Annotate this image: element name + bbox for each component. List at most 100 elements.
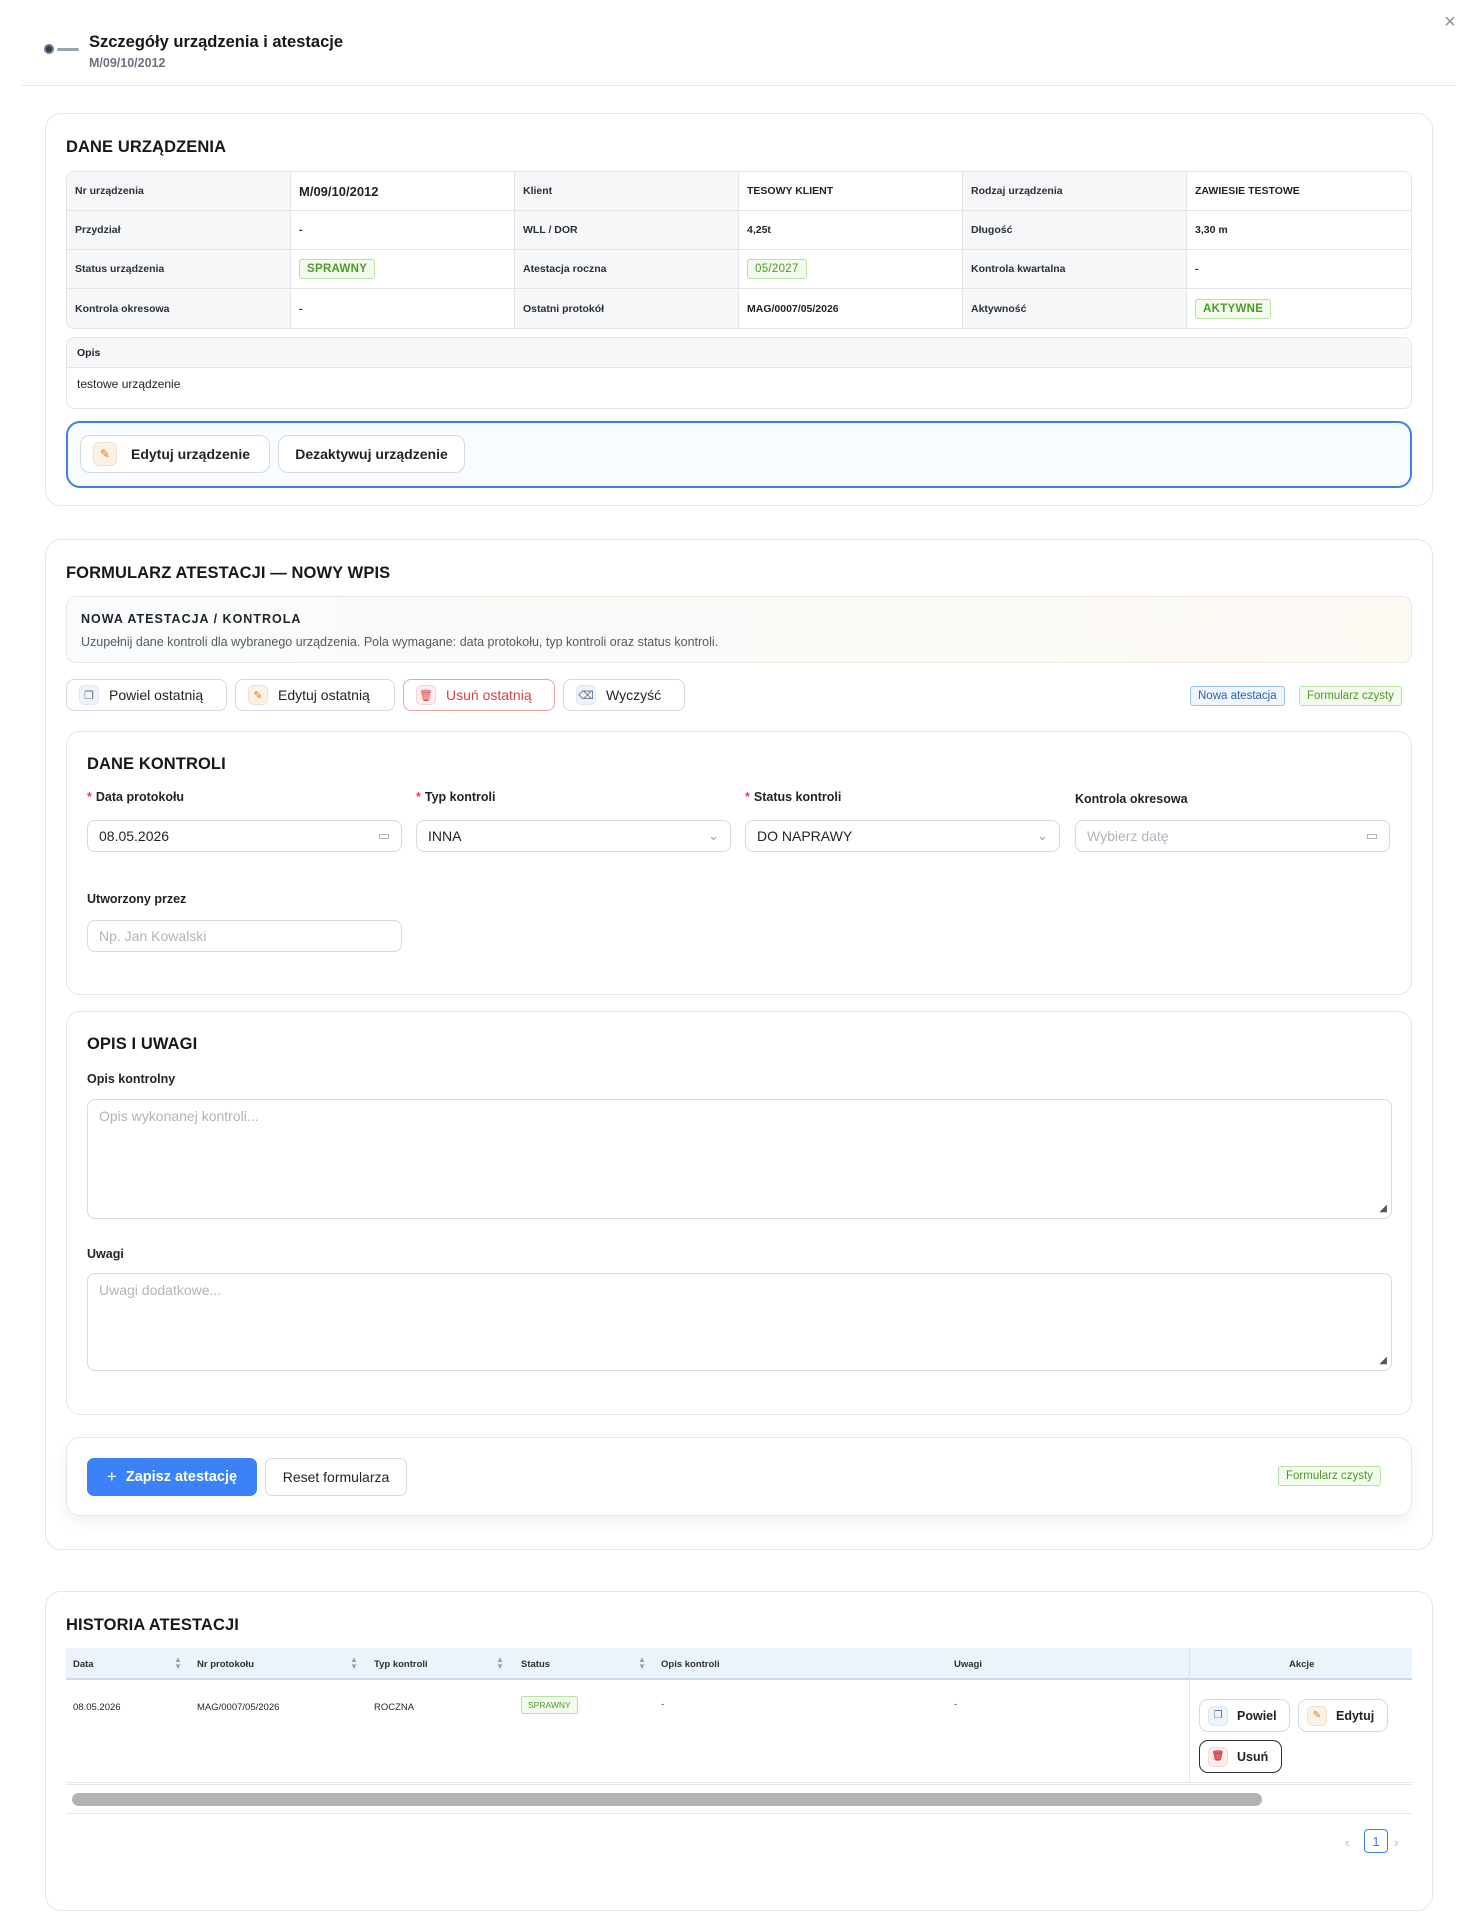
- row-copy-button[interactable]: ❐ Powiel: [1199, 1699, 1290, 1732]
- form-clean-badge: Formularz czysty: [1299, 686, 1402, 706]
- row-edit-button[interactable]: ✎ Edytuj: [1298, 1699, 1388, 1732]
- history-table-header: Data ▲ ▼ Nr protokołu ▲ ▼ Typ kontroli ▲ ▼ …: [66, 1648, 1412, 1680]
- device-data-card: DANE URZĄDZENIA Nr urządzenia M/09/10/20…: [45, 113, 1433, 506]
- control-status-value: DO NAPRAWY: [757, 828, 853, 844]
- col-status[interactable]: Status: [521, 1659, 550, 1670]
- control-status-select[interactable]: DO NAPRAWY ⌄: [745, 820, 1060, 852]
- sort-icon[interactable]: ▲ ▼: [174, 1656, 182, 1671]
- last-protocol-value: MAG/0007/05/2026: [739, 289, 963, 328]
- plus-icon: +: [106, 1467, 117, 1486]
- form-state-badge: Formularz czysty: [1278, 1466, 1381, 1486]
- client-value: TESOWY KLIENT: [739, 172, 963, 211]
- activity-label: Aktywność: [963, 289, 1187, 328]
- activity-badge: AKTYWNE: [1195, 298, 1272, 319]
- copy-icon: ❐: [1208, 1705, 1228, 1726]
- copy-icon: ❐: [79, 685, 99, 705]
- last-protocol-label: Ostatni protokół: [515, 289, 739, 328]
- history-table: Data ▲ ▼ Nr protokołu ▲ ▼ Typ kontroli ▲ ▼ …: [66, 1648, 1412, 1783]
- remarks-label: Uwagi: [87, 1247, 124, 1261]
- copy-last-button[interactable]: ❐ Powiel ostatnią: [66, 679, 227, 711]
- created-by-placeholder: Np. Jan Kowalski: [99, 928, 207, 944]
- form-section-title: FORMULARZ ATESTACJI — NOWY WPIS: [66, 564, 391, 582]
- reset-form-label: Reset formularza: [282, 1469, 390, 1485]
- resize-handle-icon[interactable]: ◢: [1379, 1355, 1387, 1366]
- col-date[interactable]: Data: [73, 1659, 94, 1670]
- pencil-icon: ✎: [248, 685, 268, 705]
- save-attestation-button[interactable]: + Zapisz atestację: [87, 1458, 257, 1496]
- new-attestation-badge: Nowa atestacja: [1190, 686, 1285, 706]
- row-remarks: -: [954, 1699, 958, 1710]
- device-status-badge: SPRAWNY: [299, 259, 376, 279]
- delete-last-button[interactable]: 🗑 Usuń ostatnią: [403, 679, 555, 711]
- notes-card: OPIS I UWAGI Opis kontrolny Opis wykonan…: [66, 1011, 1412, 1415]
- control-type-select[interactable]: INNA ⌄: [416, 820, 731, 852]
- sort-icon[interactable]: ▲ ▼: [350, 1656, 358, 1671]
- col-remarks: Uwagi: [954, 1659, 982, 1670]
- table-row: 08.05.2026 MAG/0007/05/2026 ROCZNA SPRAW…: [66, 1680, 1412, 1783]
- device-actions-bar: ✎ Edytuj urządzenie Dezaktywuj urządzeni…: [66, 421, 1412, 488]
- edit-device-button[interactable]: ✎ Edytuj urządzenie: [80, 435, 270, 473]
- trash-icon: 🗑: [1208, 1746, 1228, 1767]
- client-label: Klient: [515, 172, 739, 211]
- pagination-page-current[interactable]: 1: [1364, 1829, 1388, 1853]
- horizontal-scrollbar[interactable]: [66, 1784, 1412, 1814]
- sort-icon[interactable]: ▲ ▼: [638, 1656, 646, 1671]
- wll-label: WLL / DOR: [515, 211, 739, 250]
- wll-value: 4,25t: [739, 211, 963, 250]
- control-status-label: * Status kontroli: [745, 790, 842, 804]
- scrollbar-thumb[interactable]: [72, 1793, 1262, 1806]
- quarterly-check-value: -: [1187, 250, 1411, 289]
- broom-icon: ⌫: [576, 685, 596, 705]
- device-type-value: ZAWIESIE TESTOWE: [1187, 172, 1411, 211]
- deactivate-device-label: Dezaktywuj urządzenie: [295, 446, 448, 462]
- company-logo: [44, 40, 80, 58]
- control-description-textarea[interactable]: Opis wykonanej kontroli... ◢: [87, 1099, 1392, 1219]
- col-protocol[interactable]: Nr protokołu: [197, 1659, 254, 1670]
- edit-last-button[interactable]: ✎ Edytuj ostatnią: [235, 679, 395, 711]
- row-edit-label: Edytuj: [1336, 1708, 1375, 1723]
- control-description-placeholder: Opis wykonanej kontroli...: [99, 1108, 259, 1124]
- periodic-check-value: -: [291, 289, 515, 328]
- device-description-value: testowe urządzenie: [77, 377, 181, 391]
- protocol-date-input[interactable]: 08.05.2026 ▭: [87, 820, 402, 852]
- created-by-input[interactable]: Np. Jan Kowalski: [87, 920, 402, 952]
- remarks-textarea[interactable]: Uwagi dodatkowe... ◢: [87, 1273, 1392, 1371]
- chevron-down-icon: ⌄: [1037, 828, 1048, 843]
- deactivate-device-button[interactable]: Dezaktywuj urządzenie: [278, 435, 465, 473]
- length-label: Długość: [963, 211, 1187, 250]
- clear-form-label: Wyczyść: [606, 687, 662, 703]
- pagination-prev-icon[interactable]: ‹: [1345, 1835, 1349, 1850]
- row-status-badge: SPRAWNY: [521, 1696, 578, 1714]
- modal-header: Szczegóły urządzenia i atestacje M/09/10…: [22, 0, 1456, 86]
- col-description: Opis kontroli: [661, 1659, 720, 1670]
- protocol-date-label: * Data protokołu: [87, 790, 185, 804]
- periodic-control-input[interactable]: Wybierz datę ▭: [1075, 820, 1390, 852]
- device-details-table: Nr urządzenia M/09/10/2012 Klient TESOWY…: [66, 171, 1412, 329]
- periodic-control-placeholder: Wybierz datę: [1087, 828, 1169, 844]
- pagination-next-icon[interactable]: ›: [1394, 1835, 1398, 1850]
- annual-attestation-cell: 05/2027: [739, 250, 963, 289]
- chevron-down-icon: ⌄: [708, 828, 719, 843]
- control-data-card: DANE KONTROLI * Data protokołu 08.05.2026…: [66, 731, 1412, 995]
- row-delete-button[interactable]: 🗑 Usuń: [1199, 1740, 1282, 1773]
- device-status-cell: SPRAWNY: [291, 250, 515, 289]
- attestation-form-card: FORMULARZ ATESTACJI — NOWY WPIS NOWA ATE…: [45, 539, 1433, 1550]
- save-attestation-label: Zapisz atestację: [125, 1469, 238, 1485]
- delete-last-label: Usuń ostatnią: [446, 687, 532, 703]
- device-description-box: Opis testowe urządzenie: [66, 337, 1412, 409]
- device-description-label: Opis: [67, 338, 1411, 368]
- close-icon[interactable]: ×: [1440, 12, 1460, 32]
- device-type-label: Rodzaj urządzenia: [963, 172, 1187, 211]
- pencil-icon: ✎: [1307, 1705, 1327, 1726]
- length-value: 3,30 m: [1187, 211, 1411, 250]
- assignment-label: Przydział: [67, 211, 291, 250]
- clear-form-button[interactable]: ⌫ Wyczyść: [563, 679, 685, 711]
- quarterly-check-label: Kontrola kwartalna: [963, 250, 1187, 289]
- resize-handle-icon[interactable]: ◢: [1379, 1203, 1387, 1214]
- sort-icon[interactable]: ▲ ▼: [496, 1656, 504, 1671]
- reset-form-button[interactable]: Reset formularza: [265, 1458, 407, 1496]
- protocol-date-value: 08.05.2026: [99, 828, 170, 844]
- activity-cell: AKTYWNE: [1187, 289, 1411, 328]
- col-type[interactable]: Typ kontroli: [374, 1659, 428, 1670]
- info-title: NOWA ATESTACJA / KONTROLA: [81, 612, 302, 626]
